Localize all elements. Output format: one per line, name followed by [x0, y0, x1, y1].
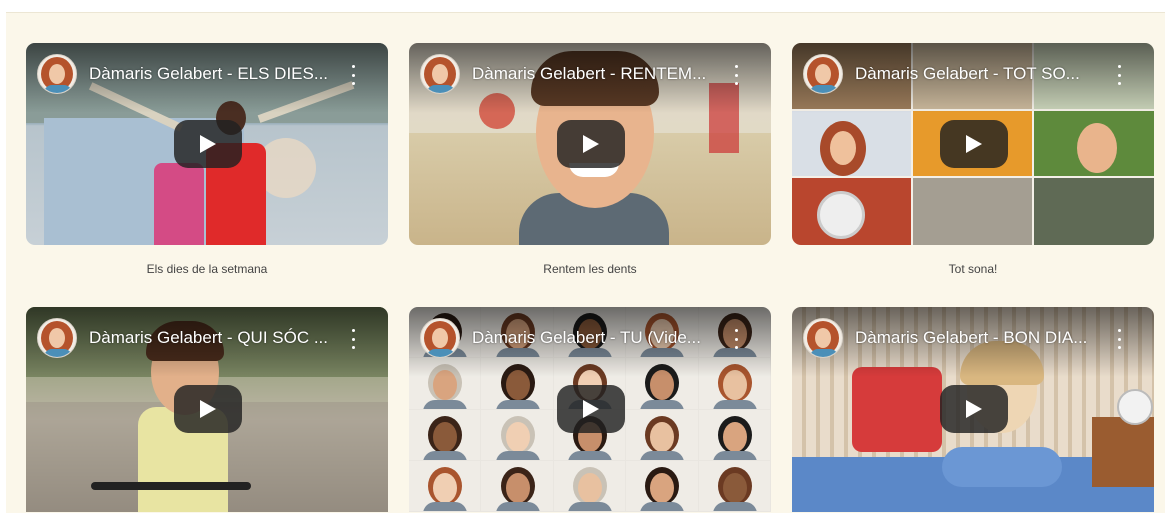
channel-avatar-icon[interactable] [803, 318, 843, 358]
video-card-tu[interactable]: Dàmaris Gelabert - TU (Vide... [409, 307, 771, 512]
video-card-els-dies[interactable]: Dàmaris Gelabert - ELS DIES... [26, 43, 388, 245]
video-card-rentem[interactable]: Dàmaris Gelabert - RENTEM... [409, 43, 771, 245]
play-icon [583, 135, 599, 153]
video-title[interactable]: Dàmaris Gelabert - ELS DIES... [89, 64, 329, 84]
channel-avatar-icon[interactable] [37, 54, 77, 94]
video-title[interactable]: Dàmaris Gelabert - TU (Vide... [472, 328, 712, 348]
play-button[interactable] [557, 385, 625, 433]
video-caption: Rentem les dents [543, 262, 637, 276]
channel-avatar-icon[interactable] [803, 54, 843, 94]
play-icon [200, 135, 216, 153]
play-button[interactable] [174, 120, 242, 168]
play-icon [583, 400, 599, 418]
video-caption: Els dies de la setmana [146, 262, 268, 276]
video-card-tot-sona[interactable]: Dàmaris Gelabert - TOT SO... [792, 43, 1154, 245]
video-caption: Tot sona! [948, 262, 998, 276]
more-vertical-icon[interactable] [348, 65, 358, 85]
video-card-bon-dia[interactable]: Dàmaris Gelabert - BON DIA... [792, 307, 1154, 512]
more-vertical-icon[interactable] [1114, 65, 1124, 85]
more-vertical-icon[interactable] [1114, 329, 1124, 349]
play-icon [200, 400, 216, 418]
video-title[interactable]: Dàmaris Gelabert - BON DIA... [855, 328, 1095, 348]
play-icon [966, 135, 982, 153]
channel-avatar-icon[interactable] [37, 318, 77, 358]
more-vertical-icon[interactable] [731, 329, 741, 349]
video-title[interactable]: Dàmaris Gelabert - RENTEM... [472, 64, 712, 84]
play-button[interactable] [940, 385, 1008, 433]
play-icon [966, 400, 982, 418]
more-vertical-icon[interactable] [348, 329, 358, 349]
play-button[interactable] [174, 385, 242, 433]
play-button[interactable] [940, 120, 1008, 168]
play-button[interactable] [557, 120, 625, 168]
channel-avatar-icon[interactable] [420, 318, 460, 358]
more-vertical-icon[interactable] [731, 65, 741, 85]
video-title[interactable]: Dàmaris Gelabert - TOT SO... [855, 64, 1095, 84]
channel-avatar-icon[interactable] [420, 54, 460, 94]
video-title[interactable]: Dàmaris Gelabert - QUI SÓC ... [89, 328, 329, 348]
video-card-qui-soc[interactable]: Dàmaris Gelabert - QUI SÓC ... [26, 307, 388, 512]
